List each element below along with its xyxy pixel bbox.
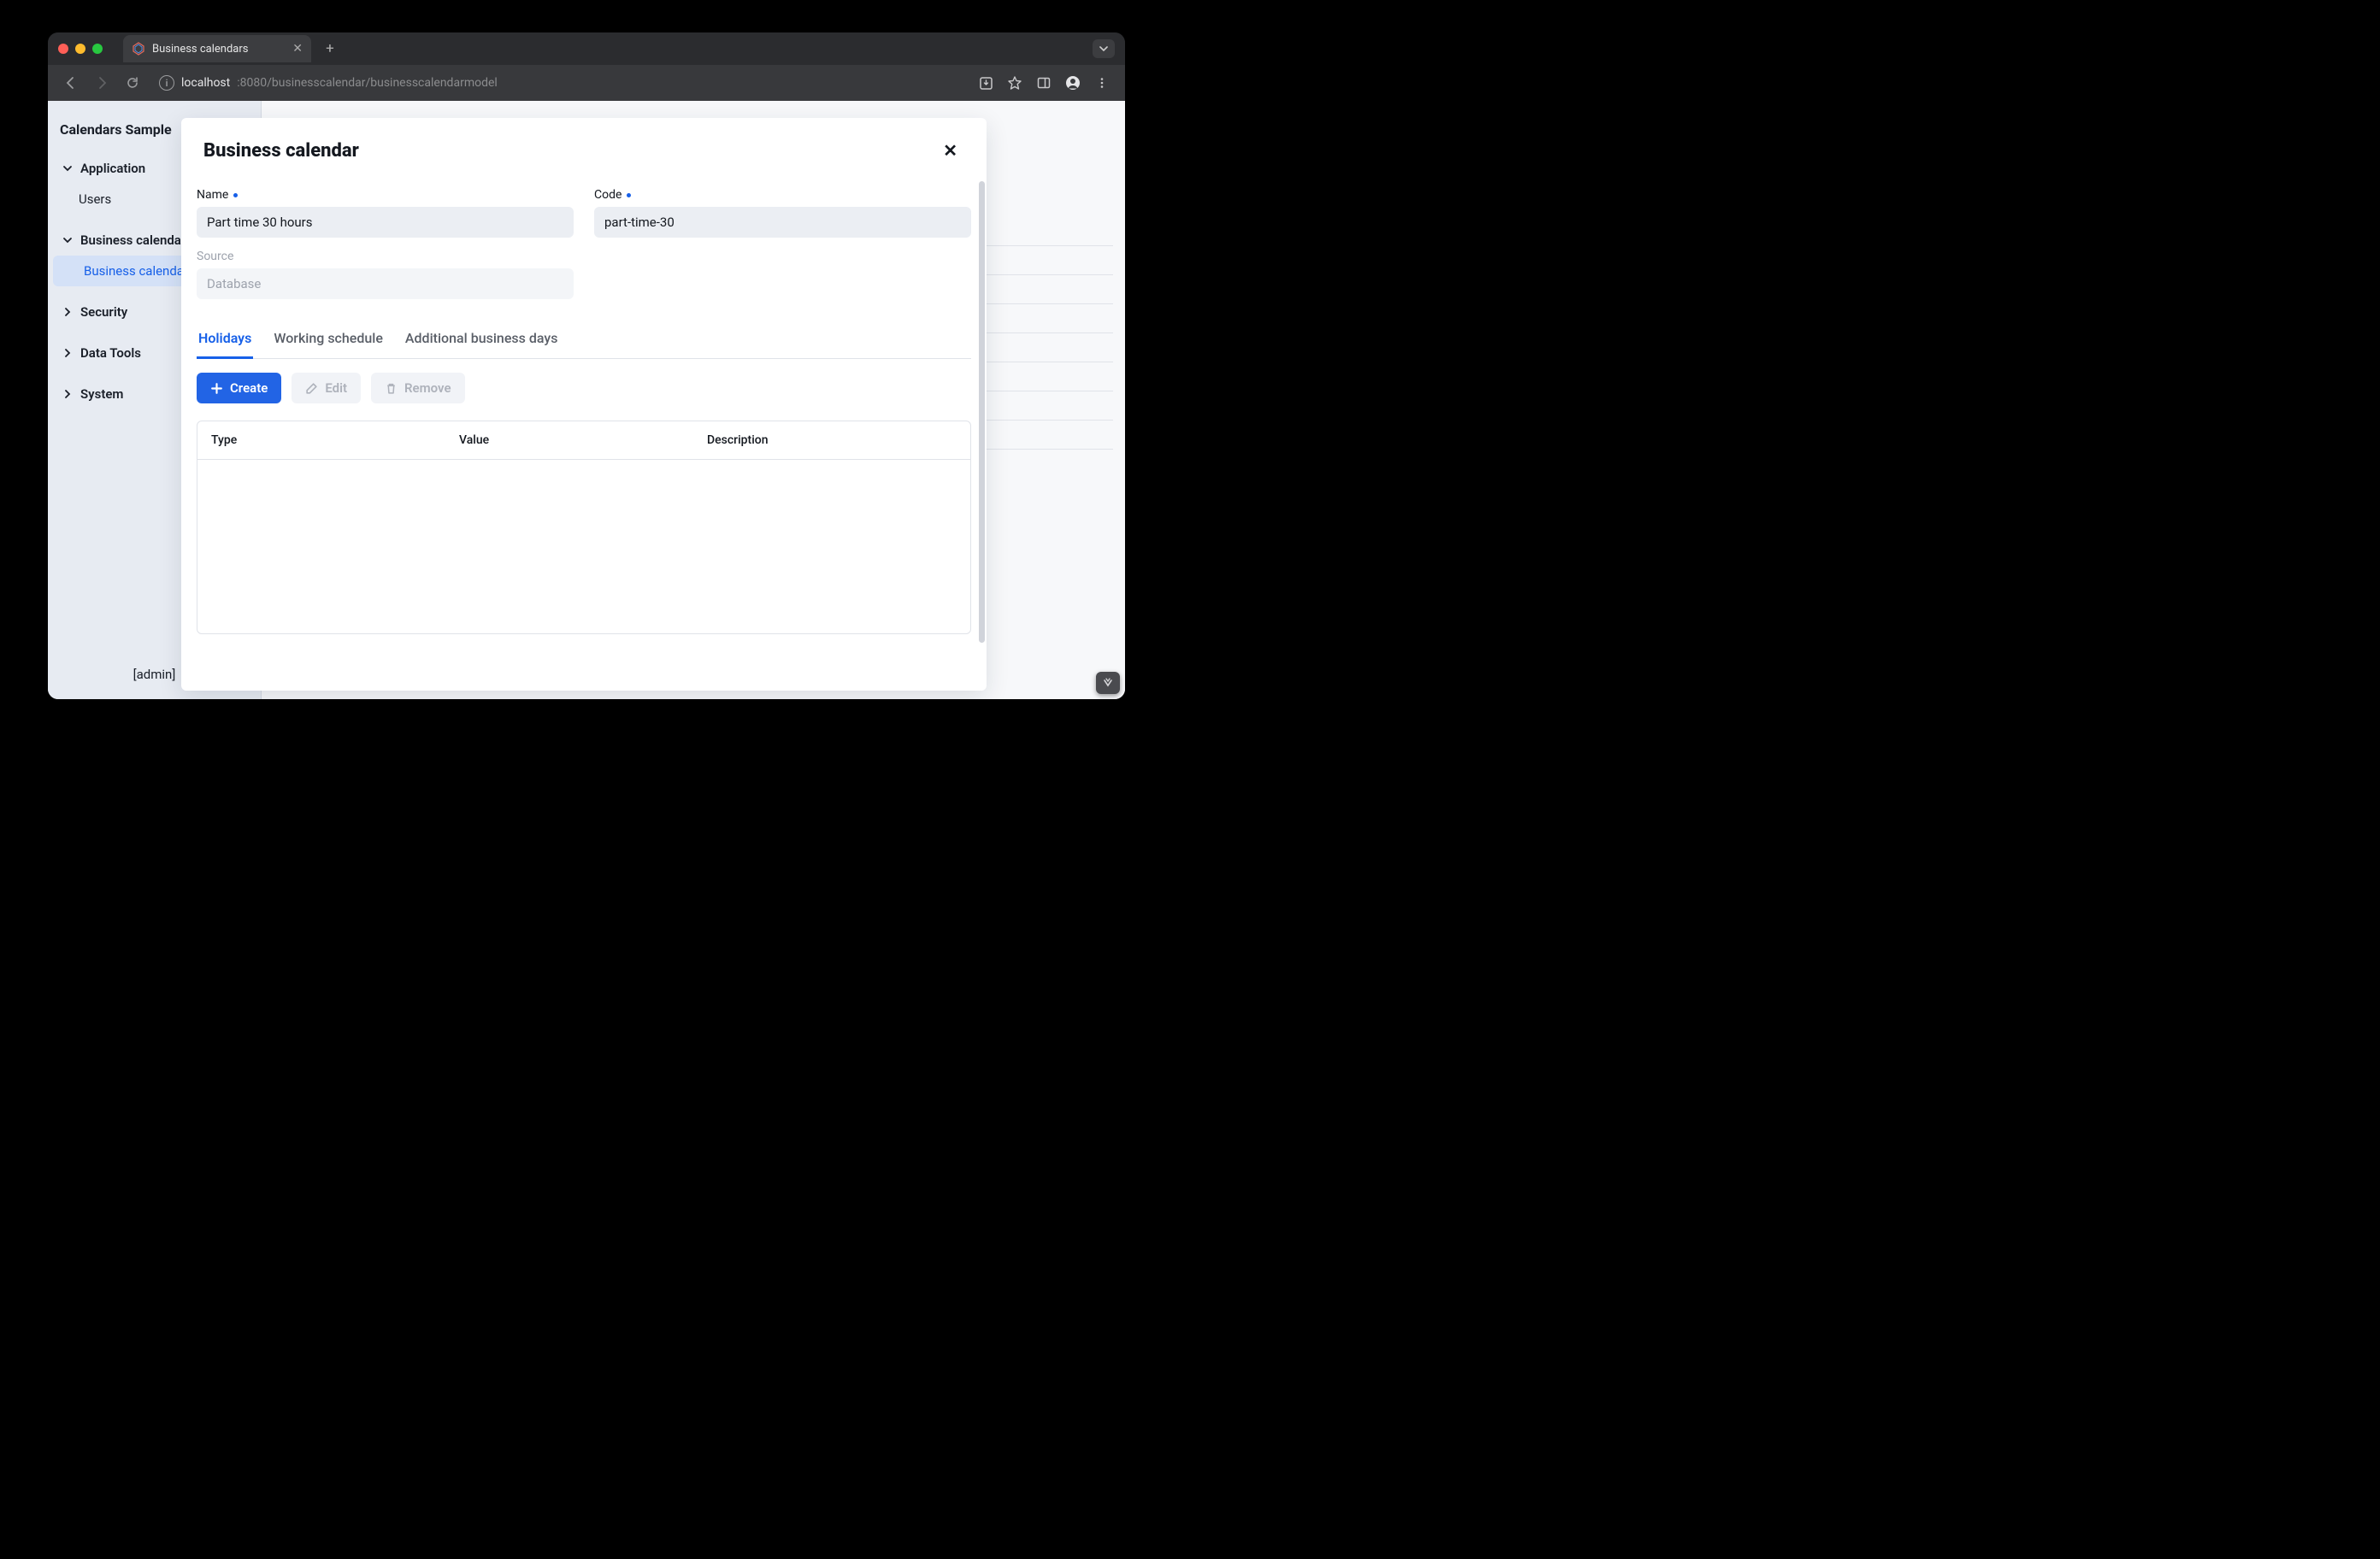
- new-tab-button[interactable]: +: [318, 37, 342, 61]
- trash-icon: [385, 382, 398, 395]
- site-info-icon[interactable]: i: [159, 75, 174, 91]
- tab-additional-business-days[interactable]: Additional business days: [404, 323, 560, 359]
- required-indicator: [627, 193, 631, 197]
- edit-button: Edit: [292, 373, 361, 403]
- framework-badge[interactable]: [1096, 672, 1120, 694]
- sidebar-item-label: Data Tools: [80, 345, 141, 361]
- address-bar[interactable]: i localhost :8080/businesscalendar/busine…: [150, 70, 968, 96]
- sidebar-item-label: Application: [80, 161, 145, 176]
- bookmark-star-icon[interactable]: [1002, 70, 1028, 96]
- tab-working-schedule[interactable]: Working schedule: [272, 323, 385, 359]
- nav-back-button[interactable]: [58, 70, 84, 96]
- chevron-down-icon: [62, 162, 74, 174]
- name-field-label: Name: [197, 188, 574, 202]
- url-host: localhost: [181, 76, 230, 90]
- sidebar-item-label: Business calendars: [84, 263, 195, 279]
- plus-icon: [210, 382, 223, 395]
- source-input: [197, 268, 574, 299]
- sidebar-item-label: Users: [79, 191, 111, 207]
- table-toolbar: Create Edit Remove: [197, 373, 971, 403]
- chevron-right-icon: [62, 306, 74, 318]
- browser-tab[interactable]: Business calendars ✕: [123, 35, 311, 62]
- sidebar-item-label: System: [80, 386, 123, 402]
- pencil-icon: [305, 382, 318, 395]
- column-header-description[interactable]: Description: [693, 421, 970, 459]
- dialog-header: Business calendar ✕: [181, 118, 987, 171]
- name-input[interactable]: [197, 207, 574, 238]
- tabs-menu-button[interactable]: [1093, 39, 1115, 58]
- source-field-label: Source: [197, 250, 574, 263]
- page-viewport: Calendars Sample Application Users Busin…: [48, 101, 1125, 699]
- column-header-value[interactable]: Value: [445, 421, 693, 459]
- holidays-table: Type Value Description: [197, 421, 971, 634]
- browser-toolbar: i localhost :8080/businesscalendar/busine…: [48, 65, 1125, 101]
- dialog-tabs: Holidays Working schedule Additional bus…: [197, 323, 971, 359]
- chevron-right-icon: [62, 347, 74, 359]
- tab-title: Business calendars: [152, 43, 248, 56]
- window-maximize-button[interactable]: [92, 44, 103, 54]
- window-close-button[interactable]: [58, 44, 68, 54]
- nav-forward-button[interactable]: [89, 70, 115, 96]
- required-indicator: [233, 193, 238, 197]
- scrollbar-thumb[interactable]: [979, 181, 985, 643]
- dialog-close-button[interactable]: ✕: [936, 137, 964, 164]
- create-button[interactable]: Create: [197, 373, 281, 403]
- nav-reload-button[interactable]: [120, 70, 145, 96]
- chevron-right-icon: [62, 388, 74, 400]
- tab-close-icon[interactable]: ✕: [292, 43, 303, 55]
- table-header-row: Type Value Description: [197, 421, 970, 460]
- code-input[interactable]: [594, 207, 971, 238]
- url-path: :8080/businesscalendar/businesscalendarm…: [237, 76, 498, 90]
- browser-menu-icon[interactable]: [1089, 70, 1115, 96]
- code-field-label: Code: [594, 188, 971, 202]
- browser-titlebar: Business calendars ✕ +: [48, 32, 1125, 65]
- side-panel-icon[interactable]: [1031, 70, 1057, 96]
- tab-holidays[interactable]: Holidays: [197, 323, 253, 359]
- browser-window: Business calendars ✕ + i localhost :8080/…: [48, 32, 1125, 699]
- business-calendar-dialog: Business calendar ✕ Name Code: [181, 118, 987, 691]
- dialog-title: Business calendar: [203, 140, 359, 162]
- chevron-down-icon: [62, 234, 74, 246]
- install-app-icon[interactable]: [973, 70, 999, 96]
- column-header-type[interactable]: Type: [197, 421, 445, 459]
- dialog-scrollbar[interactable]: [978, 181, 985, 643]
- tab-favicon: [132, 42, 145, 56]
- remove-button: Remove: [371, 373, 465, 403]
- dialog-body: Name Code Source: [181, 171, 987, 634]
- sidebar-item-label: Security: [80, 304, 127, 320]
- window-minimize-button[interactable]: [75, 44, 85, 54]
- profile-avatar-icon[interactable]: [1060, 70, 1086, 96]
- sidebar-item-label: Business calendars: [80, 232, 192, 248]
- window-controls: [58, 44, 103, 54]
